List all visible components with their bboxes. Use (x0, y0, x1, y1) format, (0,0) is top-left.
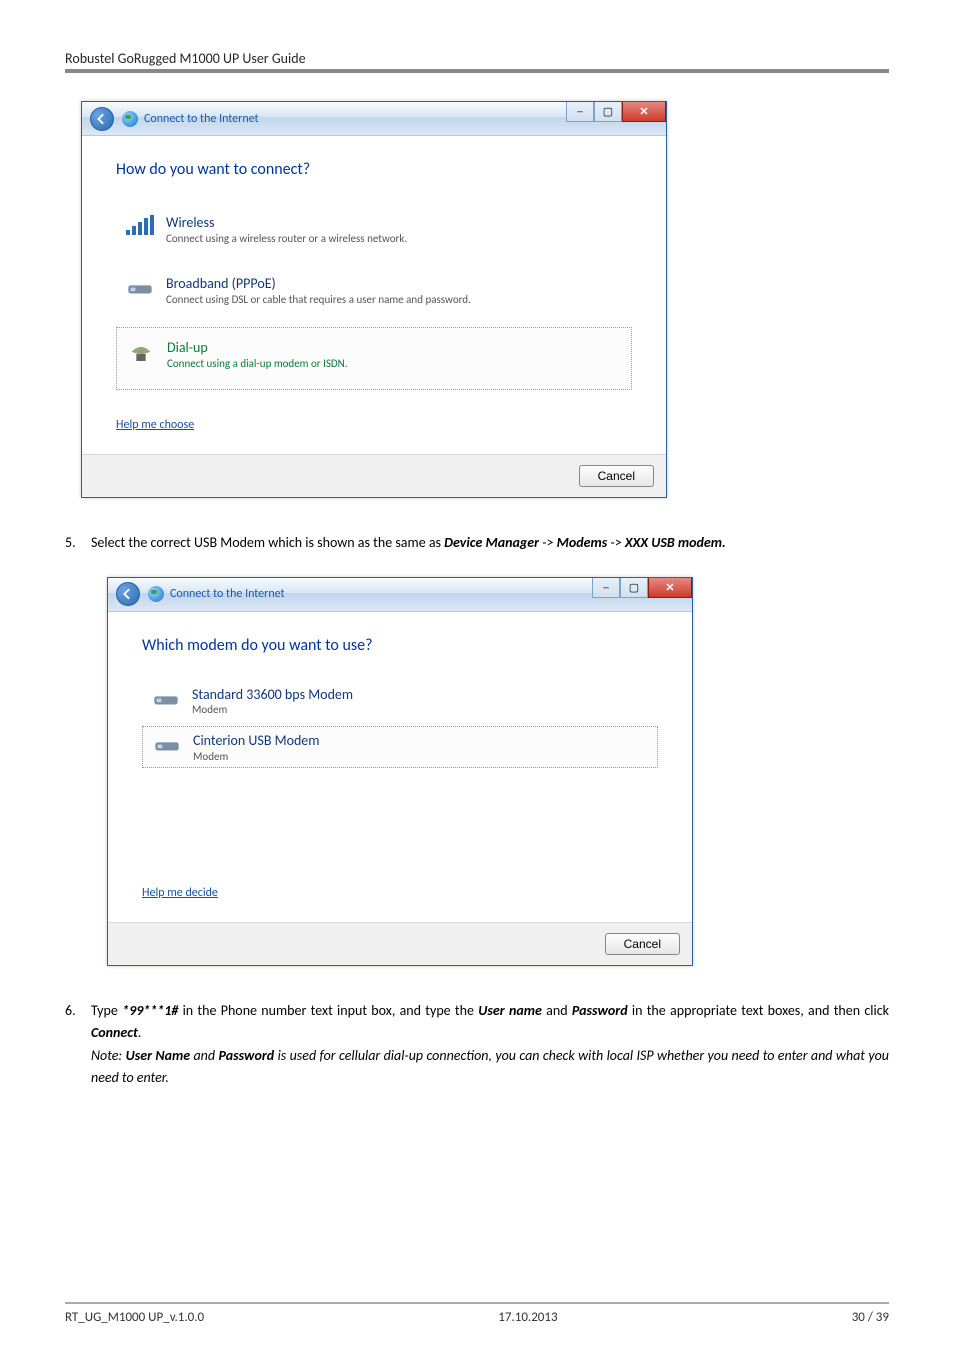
dialog-body: Which modem do you want to use? Standard… (108, 612, 692, 922)
text: and (542, 1002, 572, 1019)
help-link[interactable]: Help me decide (142, 886, 218, 900)
text-bold: User name (478, 1002, 542, 1019)
option-cinterion-modem[interactable]: Cinterion USB Modem Modem (142, 726, 658, 768)
dialog-connect-method: Connect to the Internet ─ ▢ ✕ How do you… (81, 101, 667, 498)
text: . (138, 1024, 142, 1041)
step-number: 5. (65, 532, 91, 553)
dialog-footer: Cancel (108, 922, 692, 965)
dialog-body: How do you want to connect? Wireless Con… (82, 136, 666, 454)
header-rule (65, 69, 889, 73)
text: Select the correct USB Modem which is sh… (91, 534, 444, 551)
step-text: Type *99***1# in the Phone number text i… (91, 1000, 889, 1090)
minimize-button[interactable]: ─ (566, 102, 594, 122)
footer-right: 30 / 39 (852, 1310, 889, 1325)
text: -> (539, 534, 557, 551)
option-desc: Connect using a wireless router or a wir… (166, 232, 407, 246)
option-title: Dial-up (167, 340, 348, 357)
text-bold: *99***1# (122, 1002, 178, 1019)
dialog-footer: Cancel (82, 454, 666, 497)
cancel-button[interactable]: Cancel (579, 465, 654, 487)
option-standard-modem[interactable]: Standard 33600 bps Modem Modem (142, 681, 658, 724)
step-text: Select the correct USB Modem which is sh… (91, 532, 889, 554)
text-bold: Connect (91, 1024, 138, 1041)
dialog-title: Connect to the Internet (170, 587, 285, 601)
maximize-button[interactable]: ▢ (594, 102, 622, 122)
text-bold: Password (572, 1002, 628, 1019)
window-controls: ─ ▢ ✕ (566, 102, 666, 122)
wifi-icon (126, 215, 154, 243)
minimize-button[interactable]: ─ (592, 578, 620, 598)
modem-device-icon (152, 687, 180, 715)
option-broadband[interactable]: Broadband (PPPoE) Connect using DSL or c… (116, 266, 632, 317)
option-title: Standard 33600 bps Modem (192, 687, 353, 704)
dialog-heading: How do you want to connect? (116, 160, 632, 179)
footer-center: 17.10.2013 (498, 1310, 557, 1325)
footer-rule (65, 1302, 889, 1304)
option-desc: Connect using a dial-up modem or ISDN. (167, 357, 348, 371)
option-desc: Modem (193, 750, 319, 764)
dialog-title: Connect to the Internet (144, 112, 259, 126)
arrow-left-icon (96, 113, 108, 125)
step-6: 6. Type *99***1# in the Phone number tex… (65, 1000, 889, 1090)
note-text: Note: (91, 1047, 126, 1064)
modem-device-icon (153, 733, 181, 761)
text-bold: Device Manager (444, 534, 539, 551)
titlebar: Connect to the Internet ─ ▢ ✕ (82, 102, 666, 136)
text: in the appropriate text boxes, and then … (628, 1002, 889, 1019)
step-number: 6. (65, 1000, 91, 1021)
globe-icon (148, 586, 164, 602)
titlebar: Connect to the Internet ─ ▢ ✕ (108, 578, 692, 612)
option-dialup[interactable]: Dial-up Connect using a dial-up modem or… (116, 327, 632, 390)
help-link[interactable]: Help me choose (116, 418, 194, 432)
modem-icon (126, 276, 154, 304)
option-title: Broadband (PPPoE) (166, 276, 471, 293)
close-button[interactable]: ✕ (648, 578, 692, 598)
option-desc: Modem (192, 703, 353, 717)
cancel-button[interactable]: Cancel (605, 933, 680, 955)
dialog-heading: Which modem do you want to use? (142, 636, 658, 655)
note-bold: Password (218, 1047, 274, 1064)
close-button[interactable]: ✕ (622, 102, 666, 122)
phone-modem-icon (127, 340, 155, 368)
doc-header: Robustel GoRugged M1000 UP User Guide (65, 50, 889, 67)
text-bold: XXX USB modem. (625, 534, 726, 551)
option-desc: Connect using DSL or cable that requires… (166, 293, 471, 307)
arrow-left-icon (122, 588, 134, 600)
step-5: 5. Select the correct USB Modem which is… (65, 532, 889, 554)
note-bold: User Name (126, 1047, 191, 1064)
text: in the Phone number text input box, and … (178, 1002, 478, 1019)
page-footer: RT_UG_M1000 UP_v.1.0.0 17.10.2013 30 / 3… (0, 1294, 954, 1350)
footer-left: RT_UG_M1000 UP_v.1.0.0 (65, 1310, 204, 1325)
maximize-button[interactable]: ▢ (620, 578, 648, 598)
text: -> (607, 534, 625, 551)
back-button[interactable] (90, 107, 114, 131)
window-controls: ─ ▢ ✕ (592, 578, 692, 598)
text: Type (91, 1002, 122, 1019)
back-button[interactable] (116, 582, 140, 606)
option-wireless[interactable]: Wireless Connect using a wireless router… (116, 205, 632, 256)
text-bold: Modems (557, 534, 608, 551)
option-title: Wireless (166, 215, 407, 232)
globe-icon (122, 111, 138, 127)
dialog-select-modem: Connect to the Internet ─ ▢ ✕ Which mode… (107, 577, 693, 966)
note-text: and (190, 1047, 218, 1064)
option-title: Cinterion USB Modem (193, 733, 319, 750)
